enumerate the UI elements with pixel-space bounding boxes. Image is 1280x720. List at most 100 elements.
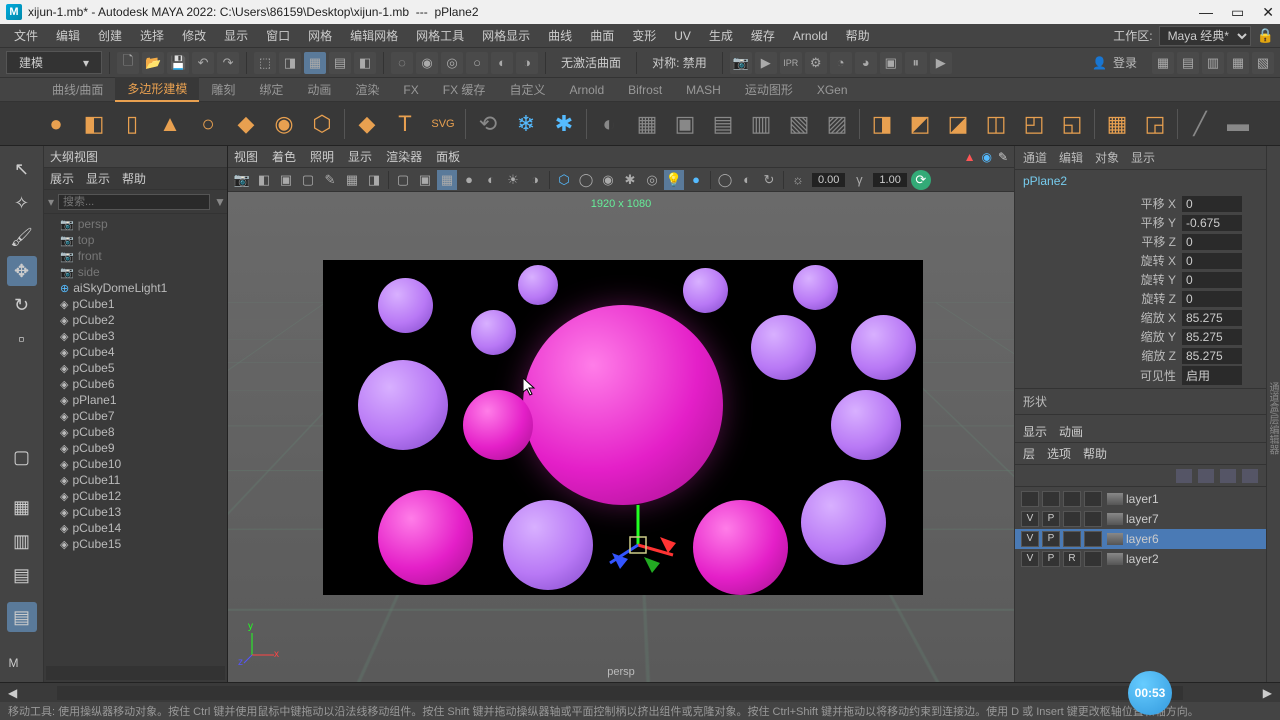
- timeline-start-icon[interactable]: ◀: [8, 686, 17, 700]
- layer-btn-1-icon[interactable]: [1176, 469, 1192, 483]
- select-mode-icon[interactable]: ⬚: [254, 52, 276, 74]
- menu-surfaces[interactable]: 曲面: [582, 25, 622, 46]
- shelf-tab-bifrost[interactable]: Bifrost: [616, 80, 674, 100]
- signin-button[interactable]: 👤登录: [1092, 54, 1137, 71]
- layer-playback-toggle[interactable]: P: [1042, 511, 1060, 527]
- vp-fog-icon[interactable]: ◯: [715, 170, 735, 190]
- close-button[interactable]: ✕: [1262, 4, 1274, 21]
- layer-vis-toggle[interactable]: V: [1021, 531, 1039, 547]
- vp-wireframe-icon[interactable]: ▦: [437, 170, 457, 190]
- shelf-tab-fxcache[interactable]: FX 缓存: [431, 78, 498, 101]
- vp-menu-panels[interactable]: 面板: [436, 148, 460, 165]
- layer-color-swatch[interactable]: [1084, 531, 1102, 547]
- render-view-icon[interactable]: 📷: [730, 52, 752, 74]
- vp-bulb-icon[interactable]: 💡: [664, 170, 684, 190]
- snap-curve-icon[interactable]: ◉: [416, 52, 438, 74]
- menu-display[interactable]: 显示: [216, 25, 256, 46]
- vp-motion-icon[interactable]: ✱: [620, 170, 640, 190]
- open-scene-icon[interactable]: 📂: [142, 52, 164, 74]
- shelf-tab-render[interactable]: 渲染: [343, 78, 391, 101]
- snap-viewplane-icon[interactable]: ◐: [491, 52, 513, 74]
- snap-live-icon[interactable]: ◑: [516, 52, 538, 74]
- mirror-icon[interactable]: ▤: [707, 108, 739, 140]
- lasso-tool[interactable]: ✧: [7, 188, 37, 218]
- vp-exposure-field[interactable]: 0.00: [812, 173, 845, 187]
- timeline-track[interactable]: [57, 686, 1183, 700]
- menu-meshdisplay[interactable]: 网格显示: [474, 25, 538, 46]
- vp-menu-shading[interactable]: 着色: [272, 148, 296, 165]
- layer-color-swatch[interactable]: [1084, 491, 1102, 507]
- vp-grease-icon[interactable]: ✎: [320, 170, 340, 190]
- object-tab[interactable]: 对象: [1095, 149, 1119, 166]
- layer-color-swatch[interactable]: [1084, 511, 1102, 527]
- vp-bookmark-icon[interactable]: ◧: [254, 170, 274, 190]
- vp-imageplanes-icon[interactable]: ▣: [276, 170, 296, 190]
- marketplace-icon[interactable]: ▦: [1152, 52, 1174, 74]
- selected-object-name[interactable]: pPlane2: [1015, 170, 1266, 192]
- outliner-search-input[interactable]: [58, 194, 210, 210]
- vp-refresh-icon[interactable]: ↻: [759, 170, 779, 190]
- menu-meshtools[interactable]: 网格工具: [408, 25, 472, 46]
- shelf-tab-sculpt[interactable]: 雕刻: [199, 78, 247, 101]
- attr-icon[interactable]: ▧: [1252, 52, 1274, 74]
- new-scene-icon[interactable]: 🗋: [117, 52, 139, 74]
- vp-shaded-icon[interactable]: ●: [459, 170, 479, 190]
- menu-editmesh[interactable]: 编辑网格: [342, 25, 406, 46]
- shelf-tab-mash[interactable]: MASH: [674, 80, 733, 100]
- rotate-tool[interactable]: ↻: [7, 290, 37, 320]
- outliner-menu-show[interactable]: 展示: [50, 170, 74, 187]
- menu-create[interactable]: 创建: [90, 25, 130, 46]
- layer-vis-toggle[interactable]: [1021, 491, 1039, 507]
- scale-tool[interactable]: ▫: [7, 324, 37, 354]
- render-frame-icon[interactable]: ▶: [755, 52, 777, 74]
- menu-select[interactable]: 选择: [132, 25, 172, 46]
- vp-menu-lighting[interactable]: 照明: [310, 148, 334, 165]
- layout-vsplit-icon[interactable]: ▥: [7, 526, 37, 556]
- poly-disc-icon[interactable]: ◉: [268, 108, 300, 140]
- undo-icon[interactable]: ↶: [192, 52, 214, 74]
- menu-modify[interactable]: 修改: [174, 25, 214, 46]
- poly-type-icon[interactable]: T: [389, 108, 421, 140]
- vp-gamma-field[interactable]: 1.00: [873, 173, 906, 187]
- multi-cut-icon[interactable]: ▦: [1101, 108, 1133, 140]
- layer-vis-toggle[interactable]: V: [1021, 551, 1039, 567]
- layer-type-toggle[interactable]: [1063, 491, 1081, 507]
- layer-vis-toggle[interactable]: V: [1021, 511, 1039, 527]
- layer-row[interactable]: VPlayer6: [1015, 529, 1266, 549]
- layer-btn-3-icon[interactable]: [1220, 469, 1236, 483]
- poly-platonic-icon[interactable]: ⬡: [306, 108, 338, 140]
- menuset-dropdown[interactable]: 建模▾: [6, 51, 102, 74]
- rotate-x-field[interactable]: 0: [1182, 253, 1242, 269]
- reduce-icon[interactable]: ▨: [821, 108, 853, 140]
- vp-dof-icon[interactable]: ◐: [737, 170, 757, 190]
- select-tool[interactable]: ↖: [7, 154, 37, 184]
- menu-curves[interactable]: 曲线: [540, 25, 580, 46]
- layout-four-icon[interactable]: ▦: [7, 492, 37, 522]
- scale-y-field[interactable]: 85.275: [1182, 329, 1242, 345]
- menu-deform[interactable]: 变形: [624, 25, 664, 46]
- vp-grid-icon[interactable]: ▦: [342, 170, 362, 190]
- vp-2d-icon[interactable]: ▢: [298, 170, 318, 190]
- menu-mesh[interactable]: 网格: [300, 25, 340, 46]
- layout-outliner-icon[interactable]: ▤: [7, 602, 37, 632]
- translate-z-field[interactable]: 0: [1182, 234, 1242, 250]
- shape-header[interactable]: 形状: [1015, 388, 1266, 415]
- layer-type-toggle[interactable]: [1063, 531, 1081, 547]
- sidebar-tab-channelbox[interactable]: 通道盒/层编辑器: [1266, 146, 1280, 682]
- poly-cylinder-icon[interactable]: ▯: [116, 108, 148, 140]
- snap-grid-icon[interactable]: ◌: [391, 52, 413, 74]
- render-settings-icon[interactable]: ⚙: [805, 52, 827, 74]
- layer-playback-toggle[interactable]: P: [1042, 531, 1060, 547]
- vp-flatlight-icon[interactable]: ●: [686, 170, 706, 190]
- hypershade-icon[interactable]: ◔: [830, 52, 852, 74]
- layer-menu-layers[interactable]: 层: [1023, 445, 1035, 462]
- vp-aa-icon[interactable]: ◎: [642, 170, 662, 190]
- pause-icon[interactable]: ⏸: [905, 52, 927, 74]
- vp-cube-icon[interactable]: ◉: [981, 150, 991, 164]
- poly-cone-icon[interactable]: ▲: [154, 108, 186, 140]
- layer-playback-toggle[interactable]: P: [1042, 551, 1060, 567]
- vp-xray-icon[interactable]: ◯: [576, 170, 596, 190]
- shelf-tab-polymodel[interactable]: 多边形建模: [115, 77, 199, 102]
- maximize-button[interactable]: ▭: [1231, 4, 1244, 21]
- vp-select-cam-icon[interactable]: 📷: [232, 170, 252, 190]
